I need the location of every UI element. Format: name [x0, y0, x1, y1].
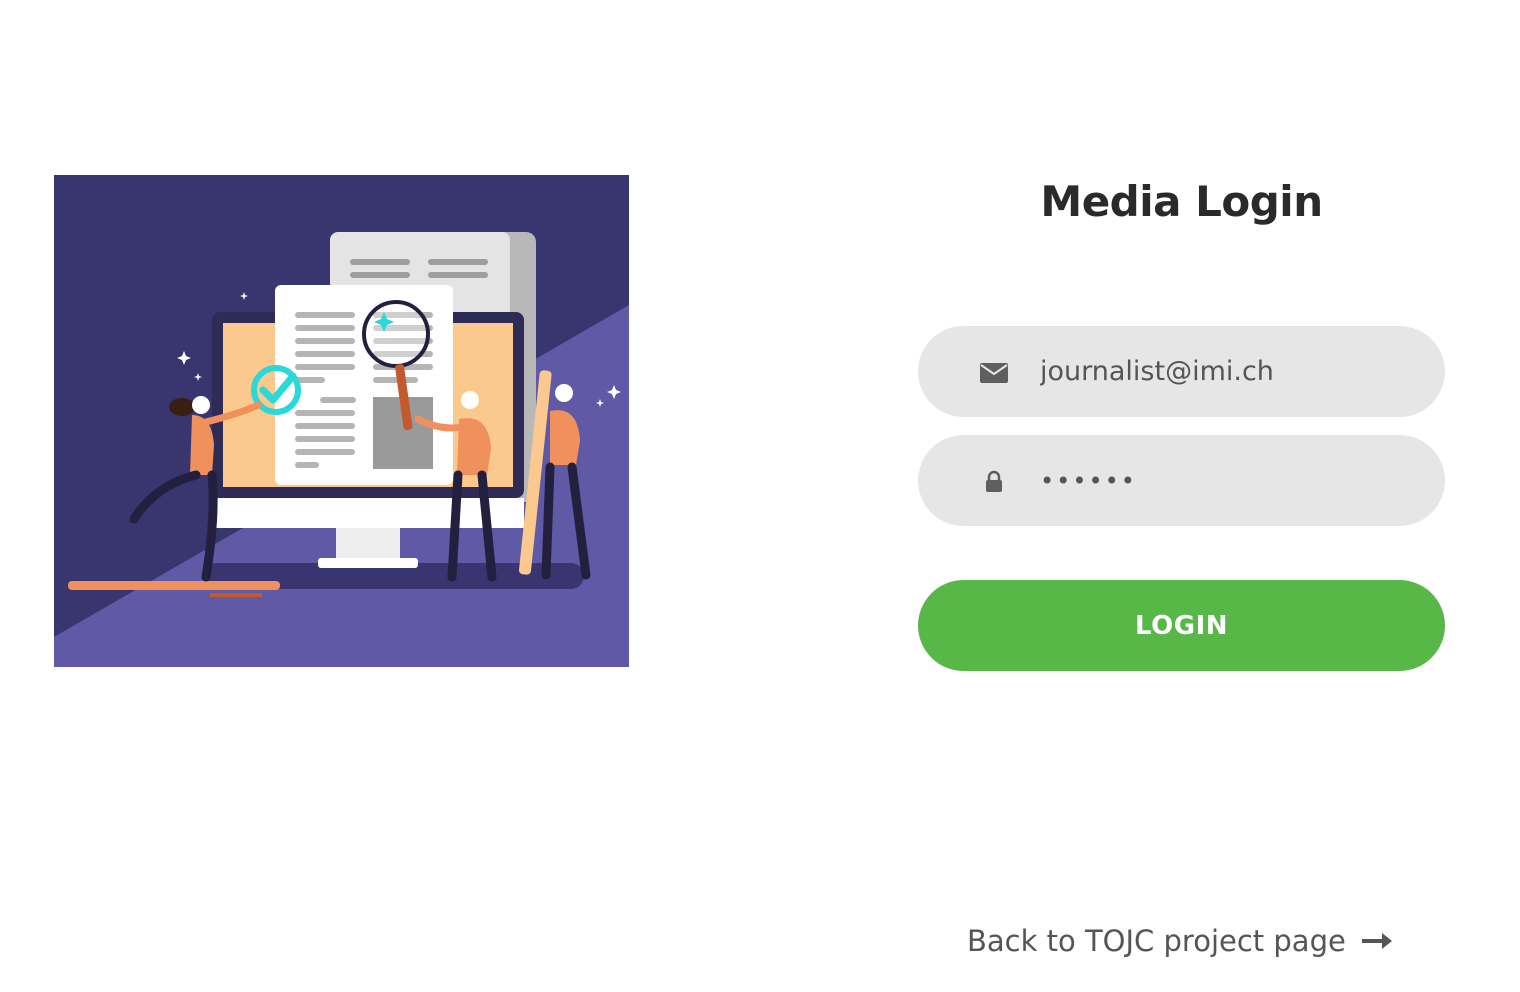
envelope-icon: [980, 358, 1008, 386]
arrow-right-icon: [1361, 933, 1392, 949]
hero-illustration: [54, 175, 629, 667]
back-link-label: Back to TOJC project page: [967, 924, 1346, 958]
back-to-project-link[interactable]: Back to TOJC project page: [967, 918, 1392, 964]
lock-icon: [980, 467, 1008, 495]
password-field[interactable]: [918, 435, 1445, 526]
email-input[interactable]: [1040, 326, 1420, 417]
page-title: Media Login: [1040, 177, 1323, 226]
email-field[interactable]: [918, 326, 1445, 417]
password-input[interactable]: [1040, 435, 1420, 526]
login-button[interactable]: LOGIN: [918, 580, 1445, 671]
